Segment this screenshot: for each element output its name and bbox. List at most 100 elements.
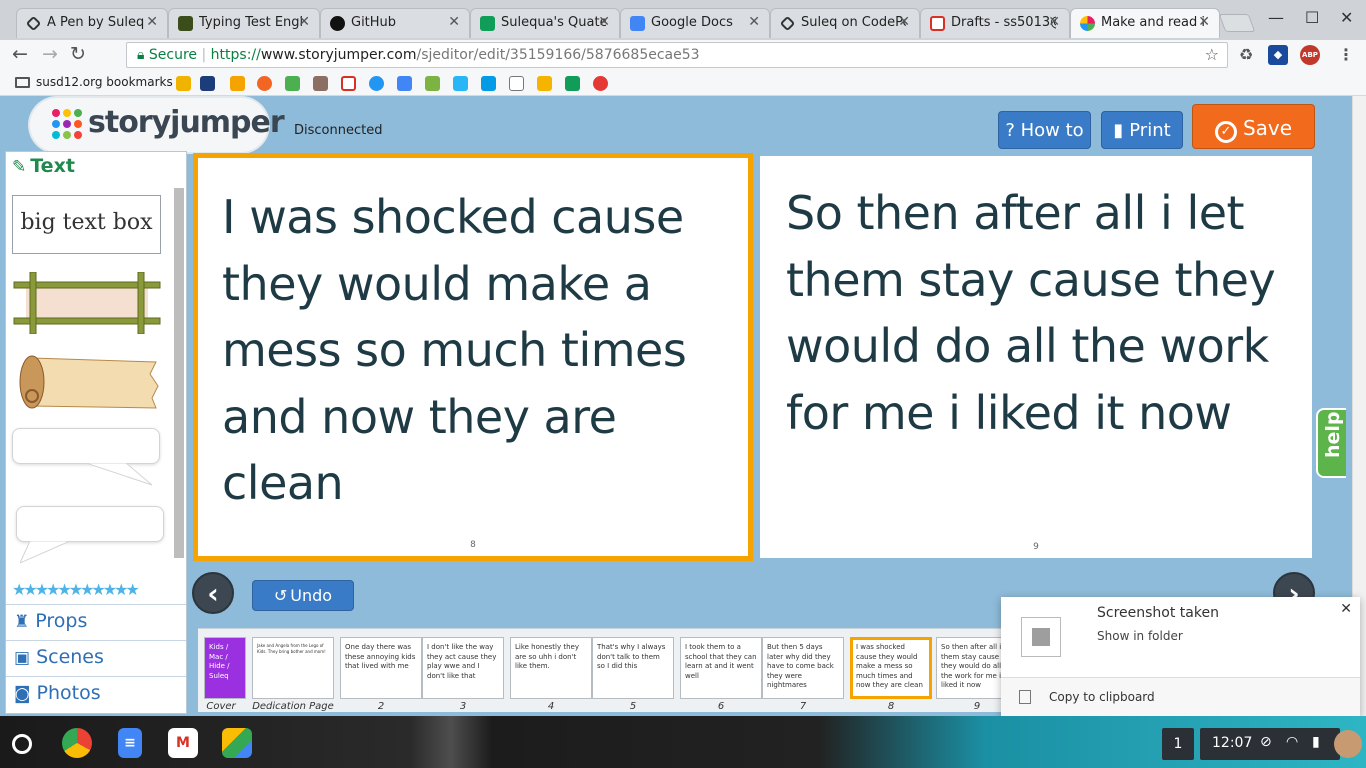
speech-bubble-tail-icon xyxy=(86,463,153,486)
bookmark-icon[interactable] xyxy=(200,76,215,91)
dropbox-extension-icon[interactable]: ◆ xyxy=(1268,45,1288,65)
big-text-box-item[interactable]: big text box xyxy=(12,195,161,254)
bookmark-icon[interactable] xyxy=(481,76,496,91)
thumbnail-page-3[interactable]: I don't like the way they act cause they… xyxy=(422,637,504,699)
storyjumper-logo[interactable]: storyjumper xyxy=(30,98,285,152)
adblock-extension-icon[interactable]: ABP xyxy=(1300,45,1320,65)
codepen-favicon-icon xyxy=(25,15,42,32)
parchment-scroll-item[interactable] xyxy=(18,352,160,412)
gmail-app-icon[interactable]: M xyxy=(168,728,198,758)
how-to-button[interactable]: ? How to xyxy=(998,111,1091,149)
notification-close-icon[interactable]: ✕ xyxy=(1340,601,1352,617)
thumbnail-cover[interactable]: Kids / Mac / Hide / Suleq xyxy=(204,637,246,699)
page-bookmark-icon[interactable] xyxy=(509,76,524,91)
user-avatar[interactable] xyxy=(1334,730,1362,758)
launcher-icon[interactable] xyxy=(12,734,32,754)
thumbnail-dedication[interactable]: Jake and Angela from the Lego of Kids. T… xyxy=(252,637,334,699)
panel-scrollbar[interactable] xyxy=(174,188,184,558)
thumbnail-page-6[interactable]: I took them to a school that they can le… xyxy=(680,637,762,699)
reload-button[interactable]: ↻ xyxy=(70,43,86,65)
tab-close-icon[interactable]: ✕ xyxy=(748,14,760,30)
thumbnail-label: 3 xyxy=(459,701,467,712)
print-button[interactable]: ▮ Print xyxy=(1101,111,1183,149)
bookmark-icon[interactable] xyxy=(369,76,384,91)
tab-codepen-profile[interactable]: Suleq on CodePe ✕ xyxy=(770,8,920,38)
chrome-menu-icon[interactable]: ⋮ xyxy=(1336,45,1356,65)
browser-tab-bar: A Pen by Suleq ✕ Typing Test Engl ✕ GitH… xyxy=(0,0,1366,40)
notification-count-badge[interactable]: 1 xyxy=(1162,728,1194,760)
recycle-extension-icon[interactable]: ♻ xyxy=(1236,45,1256,65)
bamboo-frame-item[interactable] xyxy=(12,272,162,334)
new-tab-button[interactable] xyxy=(1218,14,1256,32)
drive-app-icon[interactable] xyxy=(222,728,252,758)
gmail-bookmark-icon[interactable] xyxy=(341,76,356,91)
bookmark-star-icon[interactable]: ☆ xyxy=(1205,45,1219,64)
bookmark-icon[interactable] xyxy=(593,76,608,91)
chrome-app-icon[interactable] xyxy=(62,728,92,758)
status-tray[interactable]: 12:07 ⊘ ◠ ▮ xyxy=(1200,728,1340,760)
check-circle-icon: ✓ xyxy=(1214,121,1237,143)
thumbnail-page-2[interactable]: One day there was these annoying kids th… xyxy=(340,637,422,699)
maximize-button[interactable]: ☐ xyxy=(1305,8,1319,27)
text-panel-header[interactable]: ✎ Text xyxy=(12,155,75,177)
tab-sheets[interactable]: Sulequa's Quate ✕ xyxy=(470,8,620,38)
thumbnail-page-8[interactable]: I was shocked cause they would make a me… xyxy=(850,637,932,699)
tab-close-icon[interactable]: ✕ xyxy=(598,14,610,30)
docs-app-icon[interactable]: ≡ xyxy=(118,728,142,758)
show-in-folder-link[interactable]: Show in folder xyxy=(1097,629,1183,643)
elements-panel: ✎ Text big text box ★★★★★★★★★★★ ♜ Props ▣ S… xyxy=(5,151,187,714)
tab-codepen-pen[interactable]: A Pen by Suleq ✕ xyxy=(16,8,168,38)
undo-button[interactable]: ↺ Undo xyxy=(252,580,354,611)
thumbnail-page-4[interactable]: Like honestly they are so uhh i don't li… xyxy=(510,637,592,699)
tab-github[interactable]: GitHub ✕ xyxy=(320,8,470,38)
scenes-category[interactable]: ▣ Scenes xyxy=(6,640,186,676)
thumbnail-page-7[interactable]: But then 5 days later why did they have … xyxy=(762,637,844,699)
tab-google-docs[interactable]: Google Docs ✕ xyxy=(620,8,770,38)
speech-bubble-item[interactable] xyxy=(16,506,164,542)
tab-storyjumper[interactable]: Make and read i ✕ xyxy=(1070,8,1220,38)
address-bar[interactable]: 🔒︎ Secure | https://www.storyjumper.com/… xyxy=(126,42,1228,68)
props-category[interactable]: ♜ Props xyxy=(6,604,186,640)
minimize-button[interactable]: — xyxy=(1268,8,1284,27)
thumbnail-page-5[interactable]: That's why I always don't talk to them s… xyxy=(592,637,674,699)
tab-close-icon[interactable]: ✕ xyxy=(898,14,910,30)
bookmarks-folder[interactable]: susd12.org bookmarks xyxy=(36,75,173,89)
save-button[interactable]: ✓ Save xyxy=(1192,104,1315,149)
speech-bubble-item[interactable] xyxy=(12,428,160,464)
book-page-right[interactable]: So then after all i let them stay cause … xyxy=(760,156,1312,558)
photos-category[interactable]: ◙ Photos xyxy=(6,676,186,712)
tab-close-icon[interactable]: ✕ xyxy=(448,14,460,30)
tab-close-icon[interactable]: ✕ xyxy=(146,14,158,30)
star-border-item[interactable]: ★★★★★★★★★★★ xyxy=(12,580,162,602)
page-text-box[interactable]: So then after all i let them stay cause … xyxy=(786,180,1296,446)
bookmark-icon[interactable] xyxy=(397,76,412,91)
sheets-bookmark-icon[interactable] xyxy=(565,76,580,91)
bookmark-icon[interactable] xyxy=(453,76,468,91)
bookmark-icon[interactable] xyxy=(537,76,552,91)
copy-to-clipboard-button[interactable]: Copy to clipboard xyxy=(1001,677,1360,717)
bookmark-icon[interactable] xyxy=(257,76,272,91)
scene-image-icon: ▣ xyxy=(14,648,31,668)
screenshot-notification[interactable]: Screenshot taken Show in folder ✕ Copy t… xyxy=(1001,597,1360,717)
tab-close-icon[interactable]: ✕ xyxy=(1048,14,1060,30)
typing-test-favicon-icon xyxy=(178,16,193,31)
page-text-box[interactable]: I was shocked cause they would make a me… xyxy=(222,184,732,517)
tab-close-icon[interactable]: ✕ xyxy=(298,14,310,30)
bookmark-icon[interactable] xyxy=(230,76,245,91)
bookmark-icon[interactable] xyxy=(285,76,300,91)
tab-gmail-drafts[interactable]: Drafts - ss5013@ ✕ xyxy=(920,8,1070,38)
wifi-icon: ◠ xyxy=(1286,734,1299,750)
previous-page-button[interactable]: ‹ xyxy=(192,572,234,614)
bookmark-icon[interactable] xyxy=(425,76,440,91)
help-tab[interactable]: help xyxy=(1316,408,1346,478)
connection-status: Disconnected xyxy=(294,123,383,138)
forward-button[interactable]: → xyxy=(42,43,58,65)
bookmark-icon[interactable] xyxy=(176,76,191,91)
tab-typing-test[interactable]: Typing Test Engl ✕ xyxy=(168,8,320,38)
book-page-left[interactable]: I was shocked cause they would make a me… xyxy=(193,153,753,561)
back-button[interactable]: ← xyxy=(12,43,28,65)
close-window-button[interactable]: ✕ xyxy=(1340,8,1353,27)
github-favicon-icon xyxy=(330,16,345,31)
tab-close-icon[interactable]: ✕ xyxy=(1198,14,1210,30)
bookmark-icon[interactable] xyxy=(313,76,328,91)
